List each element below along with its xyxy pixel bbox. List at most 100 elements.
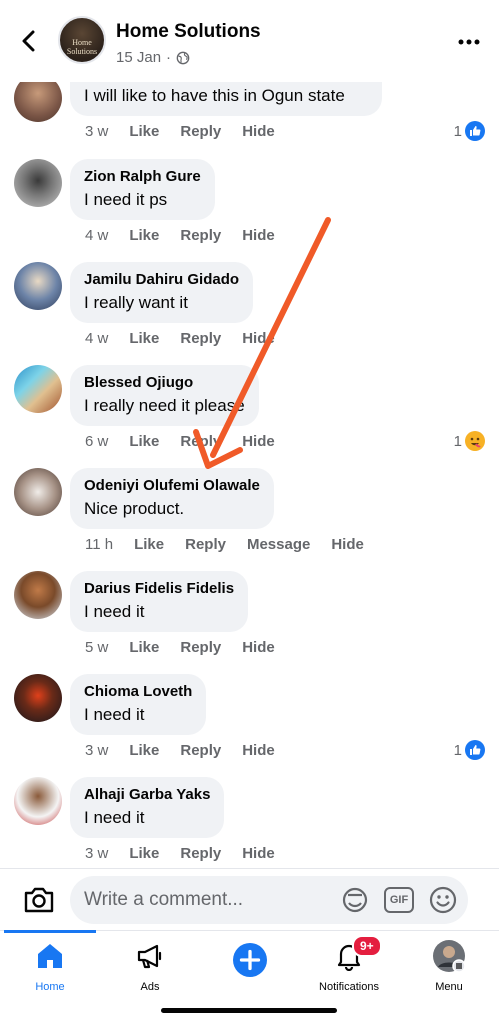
like-button[interactable]: Like — [129, 330, 159, 347]
hide-button[interactable]: Hide — [242, 123, 275, 140]
like-button[interactable]: Like — [134, 536, 164, 553]
tab-notifications[interactable]: 9+ Notifications — [299, 935, 399, 999]
emoji-button[interactable] — [428, 885, 458, 915]
post-date[interactable]: 15 Jan — [116, 49, 161, 66]
globe-icon — [176, 51, 190, 64]
hide-button[interactable]: Hide — [331, 536, 364, 553]
comment-bubble: Darius Fidelis Fidelis I need it — [70, 571, 249, 632]
message-button[interactable]: Message — [247, 536, 310, 553]
commenter-name[interactable]: Odeniyi Olufemi Olawale — [84, 477, 260, 494]
hide-button[interactable]: Hide — [242, 845, 275, 862]
commenter-avatar[interactable] — [14, 468, 62, 516]
like-button[interactable]: Like — [129, 433, 159, 450]
comment-actions: 4 w Like Reply Hide — [85, 227, 296, 244]
comment-bubble: Alhaji Garba Yaks I need it — [70, 777, 225, 838]
home-indicator-bar[interactable] — [161, 1008, 337, 1013]
page-avatar[interactable]: Home Solutions — [58, 16, 106, 64]
emoji-icon — [429, 886, 457, 914]
camera-icon — [24, 887, 54, 913]
notifications-badge: 9+ — [352, 935, 382, 957]
hide-button[interactable]: Hide — [242, 639, 275, 656]
like-reaction-icon — [465, 740, 485, 760]
comment-actions: 3 w Like Reply Hide — [85, 742, 296, 759]
commenter-name[interactable]: Jamilu Dahiru Gidado — [84, 271, 239, 288]
commenter-name[interactable]: Blessed Ojiugo — [84, 374, 245, 391]
sticker-button[interactable] — [340, 885, 370, 915]
plus-icon — [233, 943, 267, 977]
reply-button[interactable]: Reply — [180, 845, 221, 862]
tab-home-label: Home — [35, 981, 65, 993]
commenter-avatar[interactable] — [14, 159, 62, 207]
post-meta: 15 Jan · — [116, 49, 190, 66]
megaphone-icon — [133, 939, 167, 973]
commenter-avatar[interactable] — [14, 674, 62, 722]
commenter-name[interactable]: Zion Ralph Gure — [84, 168, 201, 185]
page-name[interactable]: Home Solutions — [116, 21, 261, 43]
comment-time: 4 w — [85, 330, 109, 347]
hide-button[interactable]: Hide — [242, 742, 275, 759]
reaction-summary[interactable]: 1 — [454, 121, 485, 141]
reaction-summary[interactable]: 1 — [454, 740, 485, 760]
reply-button[interactable]: Reply — [185, 536, 226, 553]
reaction-count: 1 — [453, 432, 462, 450]
commenter-avatar[interactable] — [14, 365, 62, 413]
comment-time: 11 h — [85, 536, 114, 553]
tab-menu[interactable]: Menu — [399, 939, 499, 999]
tab-ads[interactable]: Ads — [100, 939, 200, 999]
meta-separator: · — [166, 49, 172, 66]
comment-time: 6 w — [85, 433, 109, 450]
sticker-icon — [342, 887, 368, 913]
commenter-avatar[interactable] — [14, 777, 62, 825]
reaction-summary[interactable]: 1 — [454, 431, 485, 451]
camera-button[interactable] — [22, 885, 56, 915]
comment-time: 4 w — [85, 227, 109, 244]
tab-home[interactable]: Home — [0, 939, 100, 999]
commenter-name[interactable]: Chioma Loveth — [84, 683, 192, 700]
comment-bubble: Blessed Ojiugo I really need it please — [70, 365, 259, 426]
back-arrow-icon — [22, 30, 35, 52]
hide-button[interactable]: Hide — [242, 227, 275, 244]
reply-button[interactable]: Reply — [180, 639, 221, 656]
comment-actions: 3 w Like Reply Hide — [85, 845, 296, 862]
hide-button[interactable]: Hide — [242, 433, 275, 450]
commenter-name[interactable]: Darius Fidelis Fidelis — [84, 580, 234, 597]
reply-button[interactable]: Reply — [180, 227, 221, 244]
commenter-name[interactable]: Alhaji Garba Yaks — [84, 786, 210, 803]
bell-icon: 9+ — [332, 935, 382, 973]
more-icon — [458, 39, 480, 45]
reply-button[interactable]: Reply — [180, 433, 221, 450]
gif-button[interactable]: GIF — [384, 887, 414, 913]
comment-bubble: Chioma Loveth I need it — [70, 674, 207, 735]
comment-text: I really need it please — [84, 396, 245, 415]
like-button[interactable]: Like — [129, 742, 159, 759]
like-button[interactable]: Like — [129, 123, 159, 140]
comment-text: Nice product. — [84, 499, 185, 518]
like-button[interactable]: Like — [129, 845, 159, 862]
comment-bubble: Odeniyi Olufemi Olawale Nice product. — [70, 468, 274, 529]
reply-button[interactable]: Reply — [180, 330, 221, 347]
active-tab-indicator — [4, 930, 96, 933]
comment-actions: 4 w Like Reply Hide — [85, 330, 296, 347]
reply-button[interactable]: Reply — [180, 123, 221, 140]
comments-list: I will like to have this in Ogun state 3… — [0, 0, 499, 868]
comment-text: I need it — [84, 808, 145, 827]
comment-actions: 11 h Like Reply Message Hide — [85, 536, 385, 553]
hide-button[interactable]: Hide — [242, 330, 275, 347]
comment-composer: GIF — [0, 868, 499, 930]
create-button[interactable] — [200, 939, 300, 999]
comment-actions: 3 w Like Reply Hide — [85, 123, 296, 140]
comment-text: I need it — [84, 602, 145, 621]
more-options-button[interactable] — [457, 30, 481, 54]
reply-button[interactable]: Reply — [180, 742, 221, 759]
commenter-avatar[interactable] — [14, 571, 62, 619]
like-button[interactable]: Like — [129, 639, 159, 656]
back-button[interactable] — [14, 26, 44, 56]
post-header: Home Solutions Home Solutions 15 Jan · — [0, 0, 499, 82]
commenter-avatar[interactable] — [14, 262, 62, 310]
like-button[interactable]: Like — [129, 227, 159, 244]
like-reaction-icon — [465, 121, 485, 141]
tab-menu-label: Menu — [435, 981, 463, 993]
comment-time: 3 w — [85, 742, 109, 759]
comment-time: 5 w — [85, 639, 109, 656]
comment-text: I really want it — [84, 293, 188, 312]
